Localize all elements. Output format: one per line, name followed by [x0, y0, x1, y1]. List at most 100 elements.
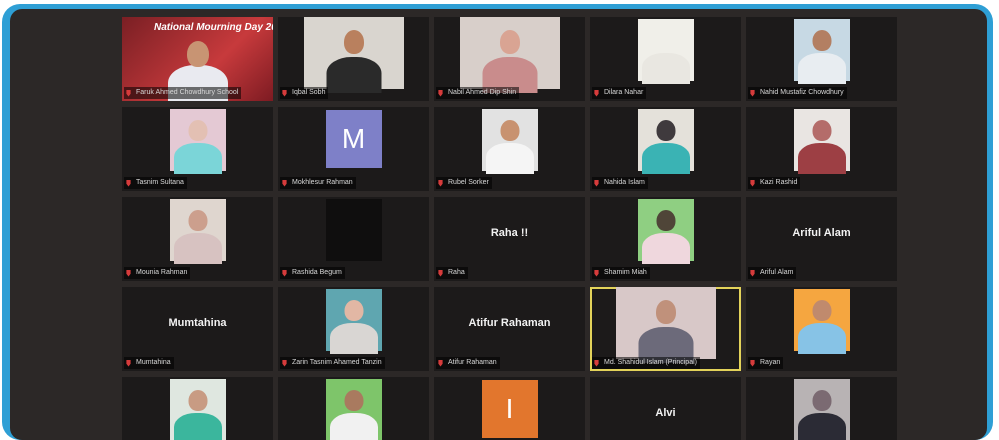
participant-name: Atifur Rahaman — [448, 359, 497, 366]
person-body — [329, 413, 378, 440]
participant-tile[interactable]: Md. Shahidul Islam (Principal) — [590, 287, 741, 371]
person-head — [188, 390, 207, 411]
person-head — [500, 120, 519, 141]
participant-tile[interactable] — [746, 377, 897, 440]
participant-name: Nahida Islam — [604, 179, 645, 186]
participant-tile[interactable]: I — [434, 377, 585, 440]
participant-tile[interactable]: Rayan — [746, 287, 897, 371]
banner-text: National Mourning Day 2021 — [154, 22, 273, 33]
participant-name-label: Raha — [436, 267, 468, 279]
participant-name: Raha — [448, 269, 465, 276]
participant-tile[interactable]: Alvi — [590, 377, 741, 440]
participant-tile[interactable]: Rubel Sorker — [434, 107, 585, 191]
participant-name-label: Mumtahina — [124, 357, 174, 369]
participant-video — [793, 109, 850, 174]
person-body — [329, 323, 378, 354]
participant-video — [169, 199, 226, 264]
muted-mic-icon — [438, 359, 443, 367]
participant-tile[interactable]: Rashida Begum — [278, 197, 429, 281]
participant-name: Faruk Ahmed Chowdhury School — [136, 89, 239, 96]
person-head — [656, 120, 675, 141]
person-body — [173, 233, 222, 264]
muted-mic-icon — [282, 89, 287, 97]
muted-mic-icon — [126, 269, 131, 277]
muted-mic-icon — [750, 179, 755, 187]
participant-tile[interactable]: Kazi Rashid — [746, 107, 897, 191]
person-head — [344, 390, 363, 411]
meeting-window: National Mourning Day 2021 Faruk Ahmed Ch… — [10, 9, 987, 440]
participant-tile[interactable]: Ariful Alam Ariful Alam — [746, 197, 897, 281]
participant-video — [459, 17, 560, 93]
person-body — [797, 413, 846, 440]
participant-tile[interactable] — [122, 377, 273, 440]
person-head — [812, 300, 831, 321]
participant-video — [481, 109, 538, 174]
muted-mic-icon — [594, 179, 599, 187]
person-head — [655, 300, 676, 324]
participant-name: Md. Shahidul Islam (Principal) — [604, 359, 697, 366]
participant-name-label: Nahida Islam — [592, 177, 648, 189]
participant-name: Rubel Sorker — [448, 179, 489, 186]
participant-tile[interactable]: Mumtahina Mumtahina — [122, 287, 273, 371]
participant-tile[interactable]: Tasnim Sultana — [122, 107, 273, 191]
muted-mic-icon — [750, 359, 755, 367]
participant-video — [793, 19, 850, 84]
muted-mic-icon — [750, 269, 755, 277]
person-body — [485, 143, 534, 174]
participant-name-label: Mokhlesur Rahman — [280, 177, 356, 189]
person-head — [343, 30, 364, 54]
avatar: M — [325, 110, 382, 168]
participant-tile[interactable]: Shamim Miah — [590, 197, 741, 281]
participant-name-label: Nahid Mustafiz Chowdhury — [748, 87, 847, 99]
participant-tile[interactable]: Raha !! Raha — [434, 197, 585, 281]
participant-name: Rashida Begum — [292, 269, 342, 276]
participant-tile[interactable]: Zarin Tasnim Ahamed Tanzin — [278, 287, 429, 371]
participant-display-name: Alvi — [655, 407, 676, 419]
participant-tile[interactable]: Nabil Ahmed Dip Shin — [434, 17, 585, 101]
participant-tile[interactable]: Dilara Nahar — [590, 17, 741, 101]
participant-video — [325, 379, 382, 440]
participant-name-label: Kazi Rashid — [748, 177, 801, 189]
avatar: I — [481, 380, 538, 438]
person-body — [641, 233, 690, 264]
participant-tile[interactable]: M Mokhlesur Rahman — [278, 107, 429, 191]
participant-video — [637, 199, 694, 264]
person-head — [186, 41, 209, 67]
participant-name-label: Atifur Rahaman — [436, 357, 500, 369]
participant-name: Zarin Tasnim Ahamed Tanzin — [292, 359, 382, 366]
participant-name: Tasnim Sultana — [136, 179, 184, 186]
participant-video — [615, 287, 716, 363]
participant-name: Mounia Rahman — [136, 269, 188, 276]
participant-name: Rayan — [760, 359, 781, 366]
participant-display-name: Ariful Alam — [792, 227, 851, 239]
participant-name: Iqbal Sobh — [292, 89, 326, 96]
participant-name: Nabil Ahmed Dip Shin — [448, 89, 517, 96]
participant-tile[interactable]: Nahida Islam — [590, 107, 741, 191]
participant-tile[interactable] — [278, 377, 429, 440]
muted-mic-icon — [126, 179, 131, 187]
participant-tile[interactable]: National Mourning Day 2021 Faruk Ahmed Ch… — [122, 17, 273, 101]
muted-mic-icon — [438, 179, 443, 187]
person-body — [797, 143, 846, 174]
muted-mic-icon — [282, 359, 287, 367]
muted-mic-icon — [750, 89, 755, 97]
participant-tile[interactable]: Iqbal Sobh — [278, 17, 429, 101]
participant-tile[interactable]: Atifur Rahaman Atifur Rahaman — [434, 287, 585, 371]
participant-tile[interactable]: Mounia Rahman — [122, 197, 273, 281]
person-head — [344, 300, 363, 321]
person-body — [641, 143, 690, 174]
muted-mic-icon — [282, 269, 287, 277]
participant-name-label: Iqbal Sobh — [280, 87, 329, 99]
participant-name: Dilara Nahar — [604, 89, 644, 96]
participant-tile[interactable]: Nahid Mustafiz Chowdhury — [746, 17, 897, 101]
person-head — [188, 120, 207, 141]
participant-name-label: Rubel Sorker — [436, 177, 492, 189]
participant-video — [637, 19, 694, 84]
participant-name-label: Zarin Tasnim Ahamed Tanzin — [280, 357, 385, 369]
person-head — [812, 390, 831, 411]
participant-name-label: Mounia Rahman — [124, 267, 191, 279]
person-head — [656, 30, 675, 51]
muted-mic-icon — [126, 89, 131, 97]
person-head — [812, 30, 831, 51]
participant-name: Nahid Mustafiz Chowdhury — [760, 89, 844, 96]
